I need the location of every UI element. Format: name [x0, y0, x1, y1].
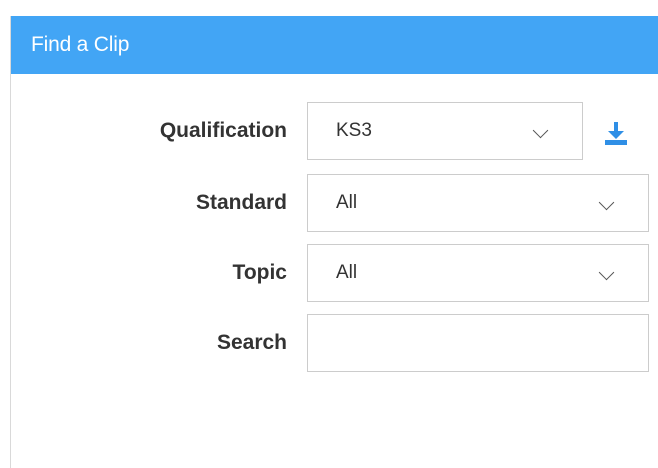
qualification-value: KS3 — [336, 120, 372, 141]
download-icon[interactable] — [601, 120, 631, 148]
qualification-select[interactable]: KS3 — [307, 102, 583, 160]
search-row: Search — [11, 314, 658, 372]
panel-title: Find a Clip — [11, 16, 658, 74]
chevron-down-icon — [598, 264, 615, 281]
chevron-down-icon — [532, 122, 549, 139]
standard-value: All — [336, 192, 358, 213]
qualification-row: Qualification KS3 — [11, 102, 658, 160]
chevron-down-icon — [598, 194, 615, 211]
standard-select[interactable]: All — [307, 174, 649, 232]
standard-row: Standard All — [11, 174, 658, 232]
search-input[interactable] — [307, 314, 649, 372]
topic-value: All — [336, 262, 358, 283]
standard-label: Standard — [195, 191, 287, 214]
topic-select[interactable]: All — [307, 244, 649, 302]
search-label: Search — [216, 331, 287, 354]
topic-label: Topic — [232, 261, 287, 284]
topic-row: Topic All — [11, 244, 658, 302]
find-clip-panel: Find a Clip Qualification KS3 Standard A… — [10, 16, 658, 468]
qualification-label: Qualification — [159, 119, 287, 142]
